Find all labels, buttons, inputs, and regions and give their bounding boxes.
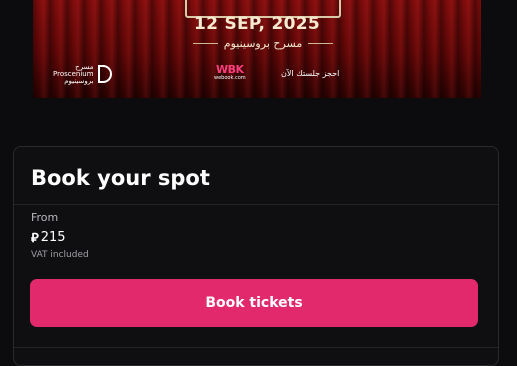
proscenium-logo: مسرح Proscenium بروسينيوم (53, 60, 117, 88)
booking-title: Book your spot (31, 166, 210, 190)
card-divider (14, 204, 498, 205)
vat-note: VAT included (31, 250, 89, 260)
venue-divider-right (308, 43, 334, 44)
proscenium-icon (97, 65, 112, 83)
webook-logo-mark: WBK (216, 63, 244, 76)
event-date: 12 SEP, 2025 (193, 14, 321, 34)
webook-cta: احجز جلستك الآن (281, 69, 340, 78)
proscenium-wordmark: مسرح Proscenium بروسينيوم (53, 63, 94, 85)
proscenium-ar-bottom: بروسينيوم (64, 76, 94, 85)
price-from-label: From (31, 211, 59, 224)
event-banner: 12 SEP, 2025 مسرح بروسينيوم مسرح Proscen… (33, 0, 481, 98)
venue-row: مسرح بروسينيوم (193, 37, 334, 50)
riyal-icon: ⃁ (31, 231, 39, 246)
booking-card: Book your spot From ⃁ 215 VAT included B… (13, 146, 499, 366)
price: ⃁ 215 (31, 229, 66, 246)
book-tickets-button[interactable]: Book tickets (30, 279, 478, 327)
card-bottom-divider (14, 347, 498, 348)
venue-divider-left (193, 43, 218, 44)
webook-site: webook.com (214, 75, 246, 81)
venue-name: مسرح بروسينيوم (223, 37, 303, 50)
webook-logo: WBK webook.com (214, 64, 246, 81)
price-value: 215 (40, 230, 66, 245)
